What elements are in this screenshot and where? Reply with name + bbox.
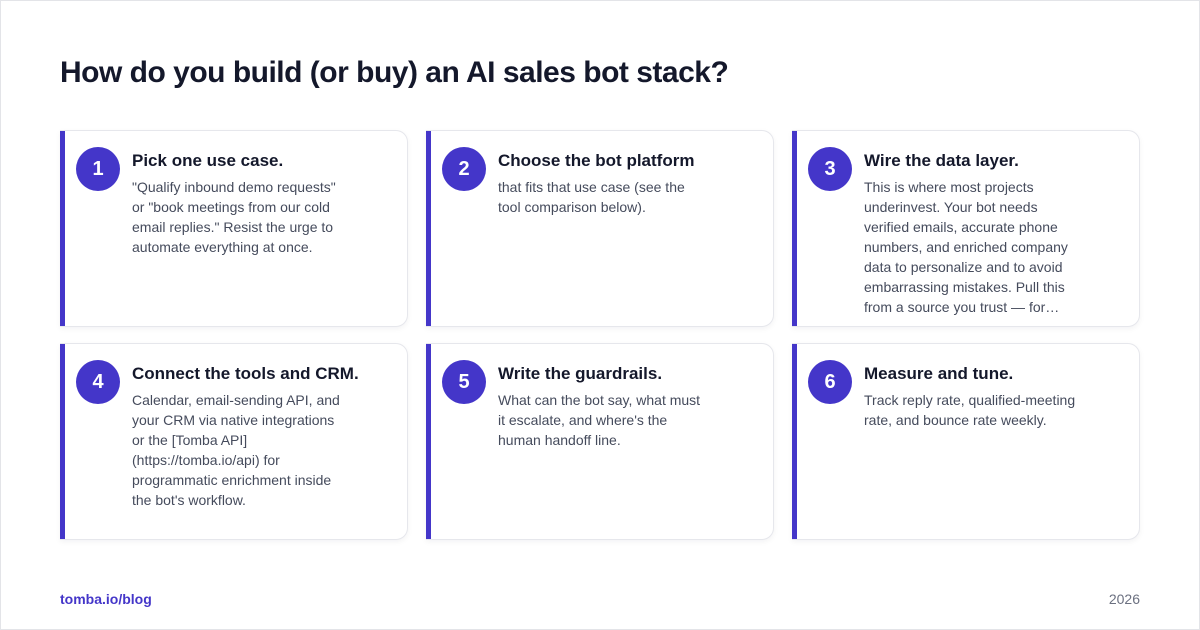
step-description: Calendar, email-sending API, and your CR… (132, 392, 340, 508)
step-description: Track reply rate, qualified-meeting rate… (864, 392, 1076, 428)
footer-brand-link[interactable]: tomba.io/blog (60, 591, 152, 607)
steps-grid: 1 Pick one use case. "Qualify inbound de… (60, 130, 1140, 540)
step-number-badge: 4 (76, 360, 120, 404)
step-card-1: 1 Pick one use case. "Qualify inbound de… (60, 130, 408, 327)
step-title: Wire the data layer. (864, 151, 1019, 170)
step-number-badge: 2 (442, 147, 486, 191)
step-description: "Qualify inbound demo requests" or "book… (132, 179, 336, 255)
step-card-6: 6 Measure and tune. Track reply rate, qu… (792, 343, 1140, 540)
step-number-badge: 5 (442, 360, 486, 404)
step-description: that fits that use case (see the tool co… (498, 179, 685, 215)
step-title: Pick one use case. (132, 151, 284, 170)
footer-year: 2026 (1108, 591, 1140, 607)
page-title: How do you build (or buy) an AI sales bo… (60, 56, 729, 89)
step-title: Write the guardrails. (498, 364, 663, 383)
step-card-4: 4 Connect the tools and CRM. Calendar, e… (60, 343, 408, 540)
step-description: This is where most projects underinvest.… (864, 179, 1068, 315)
step-title: Connect the tools and CRM. (132, 364, 359, 383)
step-number-badge: 1 (76, 147, 120, 191)
step-title: Choose the bot platform (498, 151, 695, 170)
step-description: What can the bot say, what must it escal… (498, 392, 701, 448)
step-number-badge: 3 (808, 147, 852, 191)
step-title: Measure and tune. (864, 364, 1014, 383)
step-number-badge: 6 (808, 360, 852, 404)
step-card-3: 3 Wire the data layer. This is where mos… (792, 130, 1140, 327)
step-card-2: 2 Choose the bot platform that fits that… (426, 130, 774, 327)
step-card-5: 5 Write the guardrails. What can the bot… (426, 343, 774, 540)
